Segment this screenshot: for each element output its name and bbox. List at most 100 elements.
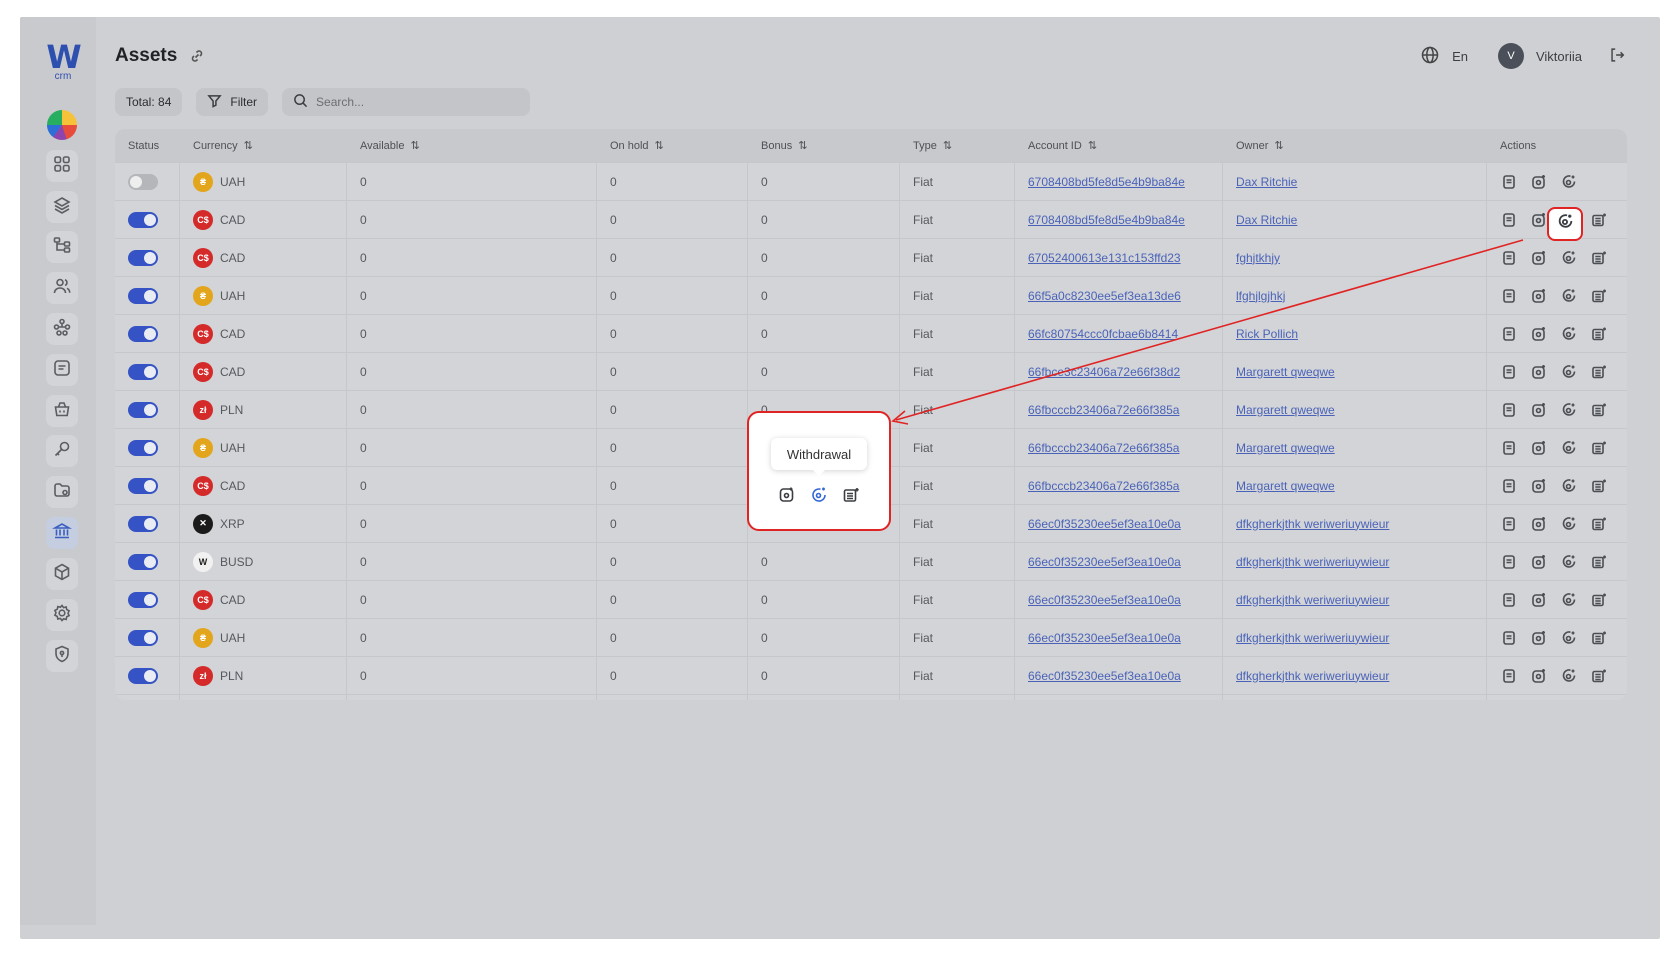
owner-link[interactable]: dfkgherkjthk weriweriuywieur xyxy=(1236,593,1389,607)
ledger-icon[interactable] xyxy=(1590,515,1608,533)
column-header[interactable]: On hold ⇅ xyxy=(597,129,748,162)
ledger-icon[interactable] xyxy=(842,486,860,509)
withdrawal-icon[interactable] xyxy=(1560,629,1578,647)
withdrawal-icon[interactable] xyxy=(1560,401,1578,419)
deposit-icon[interactable] xyxy=(1530,173,1548,191)
owner-link[interactable]: Dax Ritchie xyxy=(1236,213,1297,227)
account-id-link[interactable]: 66ec0f35230ee5ef3ea10e0a xyxy=(1028,593,1181,607)
dashboard-chart-icon[interactable] xyxy=(47,110,77,140)
owner-link[interactable]: dfkgherkjthk weriweriuywieur xyxy=(1236,555,1389,569)
column-header[interactable]: Currency ⇅ xyxy=(180,129,347,162)
deposit-icon[interactable] xyxy=(1530,591,1548,609)
withdrawal-icon[interactable] xyxy=(1560,287,1578,305)
deposit-icon[interactable] xyxy=(1530,667,1548,685)
avatar[interactable]: V xyxy=(1497,43,1524,69)
account-id-link[interactable]: 66ec0f35230ee5ef3ea10e0a xyxy=(1028,555,1181,569)
account-id-link[interactable]: 66fbcccb23406a72e66f385a xyxy=(1028,479,1179,493)
column-header[interactable]: Bonus ⇅ xyxy=(748,129,900,162)
filter-button[interactable]: Filter xyxy=(196,88,269,116)
account-id-link[interactable]: 66fc80754ccc0fcbae6b8414 xyxy=(1028,327,1178,341)
account-id-link[interactable]: 6708408bd5fe8d5e4b9ba84e xyxy=(1028,175,1185,189)
sidebar-item-keys[interactable] xyxy=(46,435,78,467)
column-header[interactable]: Owner ⇅ xyxy=(1223,129,1487,162)
owner-link[interactable]: fghjtkhjy xyxy=(1236,251,1280,265)
status-toggle[interactable] xyxy=(128,363,158,380)
column-header[interactable]: Type ⇅ xyxy=(900,129,1015,162)
document-icon[interactable] xyxy=(1500,515,1518,533)
status-toggle[interactable] xyxy=(128,515,158,532)
sidebar-item-security[interactable] xyxy=(46,640,78,672)
deposit-icon[interactable] xyxy=(1530,211,1548,229)
status-toggle[interactable] xyxy=(128,325,158,342)
status-toggle[interactable] xyxy=(128,287,158,304)
language-selector[interactable]: En xyxy=(1452,49,1468,64)
status-toggle[interactable] xyxy=(128,553,158,570)
owner-link[interactable]: Dax Ritchie xyxy=(1236,175,1297,189)
user-name[interactable]: Viktoriia xyxy=(1536,49,1582,64)
withdrawal-action-highlight[interactable] xyxy=(1547,207,1583,241)
deposit-icon[interactable] xyxy=(1530,249,1548,267)
account-id-link[interactable]: 67052400613e131c153ffd23 xyxy=(1028,251,1181,265)
sort-icon[interactable]: ⇅ xyxy=(1274,139,1283,152)
owner-link[interactable]: dfkgherkjthk weriweriuywieur xyxy=(1236,517,1389,531)
withdrawal-icon[interactable] xyxy=(1560,591,1578,609)
owner-link[interactable]: dfkgherkjthk weriweriuywieur xyxy=(1236,631,1389,645)
sidebar-item-hierarchy[interactable] xyxy=(46,231,78,263)
ledger-icon[interactable] xyxy=(1590,439,1608,457)
owner-link[interactable]: lfghjlgjhkj xyxy=(1236,289,1285,303)
deposit-icon[interactable] xyxy=(1530,439,1548,457)
withdrawal-icon[interactable] xyxy=(1560,363,1578,381)
deposit-icon[interactable] xyxy=(1530,553,1548,571)
document-icon[interactable] xyxy=(1500,401,1518,419)
sidebar-item-settings[interactable] xyxy=(46,599,78,631)
withdrawal-icon[interactable] xyxy=(1560,553,1578,571)
sort-icon[interactable]: ⇅ xyxy=(655,139,664,152)
deposit-icon[interactable] xyxy=(1530,287,1548,305)
account-id-link[interactable]: 66fbcccb23406a72e66f385a xyxy=(1028,403,1179,417)
deposit-icon[interactable] xyxy=(1530,629,1548,647)
owner-link[interactable]: Margarett qweqwe xyxy=(1236,441,1335,455)
document-icon[interactable] xyxy=(1500,591,1518,609)
globe-icon[interactable] xyxy=(1420,45,1440,68)
account-id-link[interactable]: 6708408bd5fe8d5e4b9ba84e xyxy=(1028,213,1185,227)
withdrawal-icon[interactable] xyxy=(810,486,828,509)
deposit-icon[interactable] xyxy=(1530,325,1548,343)
deposit-icon[interactable] xyxy=(1530,515,1548,533)
document-icon[interactable] xyxy=(1500,629,1518,647)
app-logo[interactable]: W crm xyxy=(44,41,82,82)
ledger-icon[interactable] xyxy=(1590,211,1608,229)
status-toggle[interactable] xyxy=(128,249,158,266)
status-toggle[interactable] xyxy=(128,629,158,646)
withdrawal-icon[interactable] xyxy=(1560,477,1578,495)
ledger-icon[interactable] xyxy=(1590,477,1608,495)
withdrawal-icon[interactable] xyxy=(1560,439,1578,457)
logout-icon[interactable] xyxy=(1608,46,1626,67)
document-icon[interactable] xyxy=(1500,363,1518,381)
sidebar-item-dashboard[interactable] xyxy=(46,150,78,182)
document-icon[interactable] xyxy=(1500,249,1518,267)
ledger-icon[interactable] xyxy=(1590,325,1608,343)
withdrawal-icon[interactable] xyxy=(1560,249,1578,267)
ledger-icon[interactable] xyxy=(1590,249,1608,267)
status-toggle[interactable] xyxy=(128,211,158,228)
ledger-icon[interactable] xyxy=(1590,363,1608,381)
ledger-icon[interactable] xyxy=(1590,287,1608,305)
status-toggle[interactable] xyxy=(128,173,158,190)
owner-link[interactable]: Margarett qweqwe xyxy=(1236,365,1335,379)
account-id-link[interactable]: 66fbce3c23406a72e66f38d2 xyxy=(1028,365,1180,379)
document-icon[interactable] xyxy=(1500,439,1518,457)
sort-icon[interactable]: ⇅ xyxy=(244,139,253,152)
sidebar-item-network[interactable] xyxy=(46,313,78,345)
withdrawal-icon[interactable] xyxy=(1560,667,1578,685)
owner-link[interactable]: Margarett qweqwe xyxy=(1236,479,1335,493)
sidebar-item-notes[interactable] xyxy=(46,354,78,386)
sort-icon[interactable]: ⇅ xyxy=(798,139,807,152)
document-icon[interactable] xyxy=(1500,325,1518,343)
withdrawal-icon[interactable] xyxy=(1560,325,1578,343)
sidebar-item-users[interactable] xyxy=(46,272,78,304)
status-toggle[interactable] xyxy=(128,667,158,684)
account-id-link[interactable]: 66ec0f35230ee5ef3ea10e0a xyxy=(1028,517,1181,531)
sidebar-item-layers[interactable] xyxy=(46,191,78,223)
search-input[interactable]: Search... xyxy=(282,88,531,116)
document-icon[interactable] xyxy=(1500,553,1518,571)
